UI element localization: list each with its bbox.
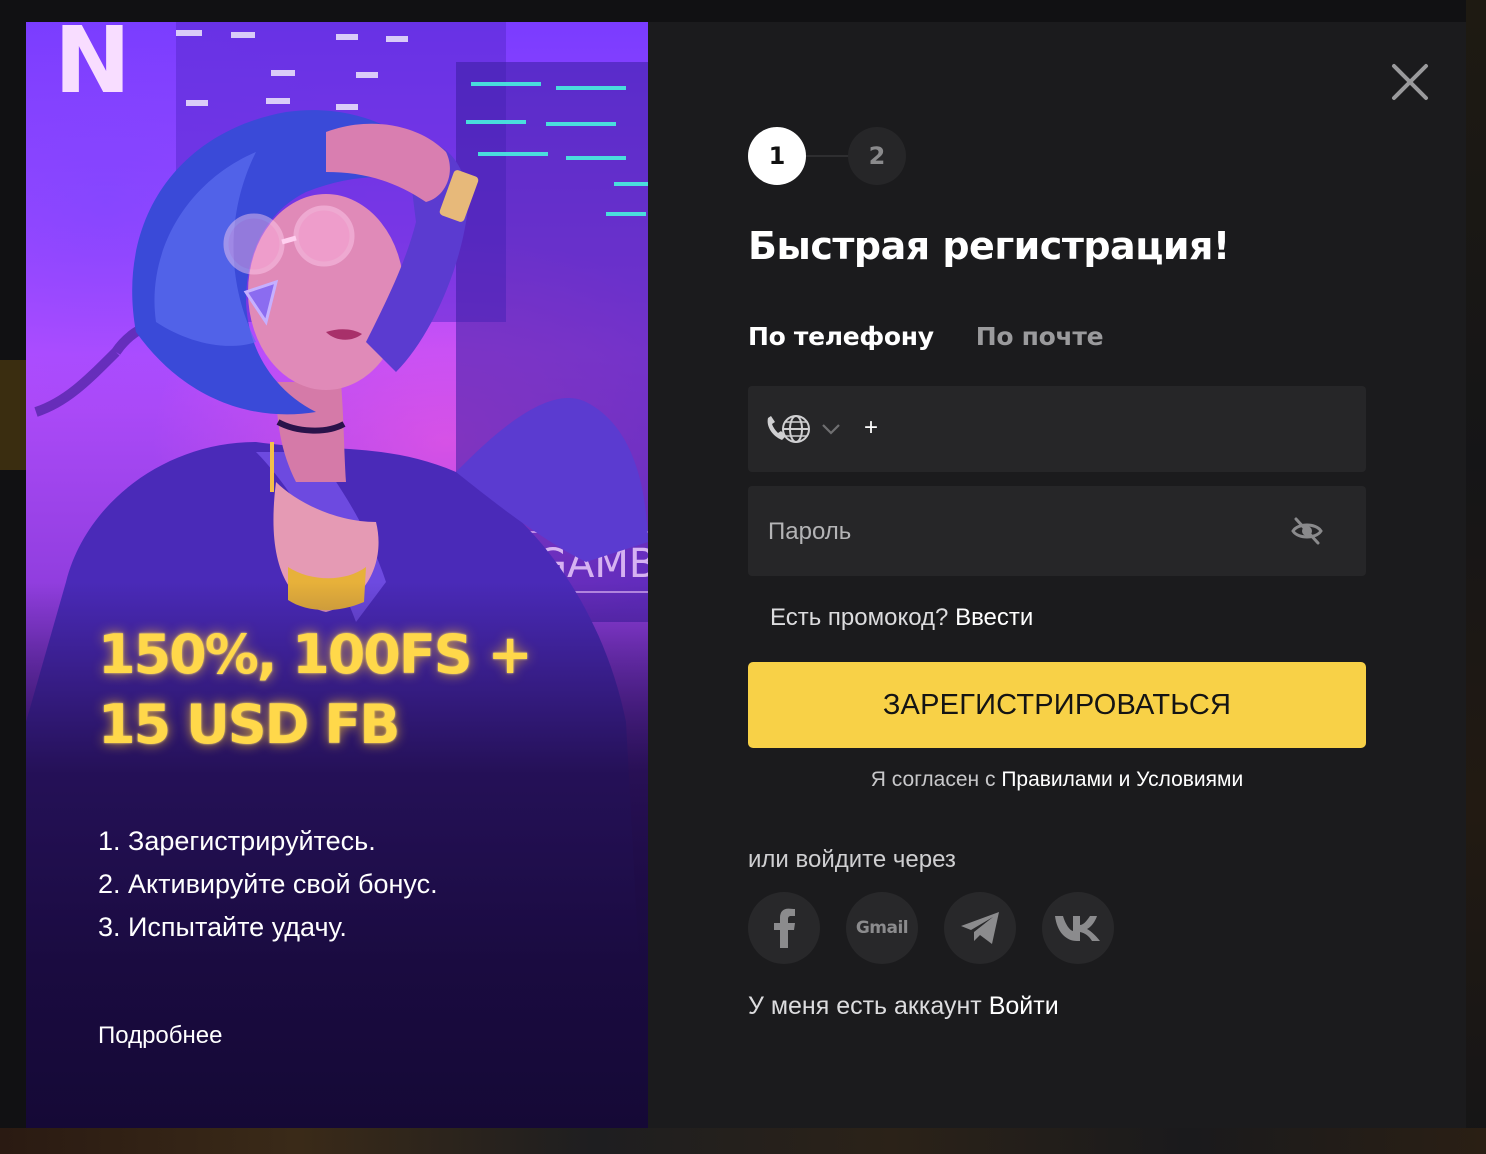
registration-method-tabs: По телефону По почте <box>748 322 1104 351</box>
terms-agreement: Я согласен с Правилами и Условиями <box>748 768 1366 792</box>
promo-step: 1. Зарегистрируйтесь. <box>98 826 376 856</box>
registration-modal: N GAMB 150%, 100FS + 15 USD FB 1. Зареги… <box>26 22 1466 1128</box>
password-input[interactable] <box>766 508 1270 556</box>
backdrop-bottom-strip <box>0 1128 1486 1154</box>
promo-step: 2. Активируйте свой бонус. <box>98 869 438 899</box>
existing-account-text: У меня есть аккаунт <box>748 992 982 1020</box>
close-button[interactable] <box>1388 60 1432 104</box>
vk-icon <box>1055 916 1100 941</box>
terms-agreement-text: Я согласен с <box>870 768 996 791</box>
existing-account-row: У меня есть аккаунт Войти <box>748 992 1059 1021</box>
registration-stepper: 1 2 <box>748 126 908 186</box>
tab-email[interactable]: По почте <box>976 322 1104 351</box>
telegram-icon <box>961 912 999 944</box>
promo-step: 3. Испытайте удачу. <box>98 912 347 942</box>
form-panel: 1 2 Быстрая регистрация! По телефону По … <box>648 22 1466 1128</box>
gmail-login-button[interactable]: Gmail <box>846 892 918 964</box>
chevron-down-icon <box>822 424 840 435</box>
promo-code-link[interactable]: Ввести <box>955 604 1033 631</box>
vk-login-button[interactable] <box>1042 892 1114 964</box>
terms-link[interactable]: Правилами и Условиями <box>1001 768 1243 791</box>
social-login-label: или войдите через <box>748 846 956 873</box>
more-info-link[interactable]: Подробнее <box>98 1022 222 1050</box>
step-1-indicator: 1 <box>748 127 806 185</box>
facebook-login-button[interactable] <box>748 892 820 964</box>
country-code-selector[interactable] <box>764 412 842 446</box>
social-login-buttons: Gmail <box>748 892 1114 964</box>
promo-headline: 150%, 100FS + 15 USD FB <box>98 623 533 756</box>
backdrop-left-strip <box>0 360 26 470</box>
register-button[interactable]: ЗАРЕГИСТРИРОВАТЬСЯ <box>748 662 1366 748</box>
facebook-icon <box>774 908 795 948</box>
promo-panel: N GAMB 150%, 100FS + 15 USD FB 1. Зареги… <box>26 22 648 1128</box>
promo-code-question: Есть промокод? <box>770 604 949 631</box>
phone-globe-icon <box>767 415 810 443</box>
telegram-login-button[interactable] <box>944 892 1016 964</box>
step-2-indicator: 2 <box>848 127 906 185</box>
gmail-icon: Gmail <box>855 918 909 938</box>
page-title: Быстрая регистрация! <box>748 224 1230 268</box>
promo-code-row: Есть промокод? Ввести <box>770 604 1033 632</box>
phone-prefix: + <box>864 414 879 441</box>
login-link[interactable]: Войти <box>989 992 1059 1020</box>
neon-letter: N <box>54 22 131 114</box>
eye-off-icon[interactable] <box>1290 514 1324 548</box>
phone-input[interactable] <box>888 406 1352 452</box>
promo-steps-list: 1. Зарегистрируйтесь. 2. Активируйте сво… <box>98 820 438 949</box>
tab-phone[interactable]: По телефону <box>748 322 934 351</box>
backdrop-right-strip <box>1466 0 1486 1154</box>
stepper-connector <box>804 155 850 157</box>
phone-field: + <box>748 386 1366 472</box>
password-field <box>748 486 1366 576</box>
close-icon <box>1392 64 1428 100</box>
